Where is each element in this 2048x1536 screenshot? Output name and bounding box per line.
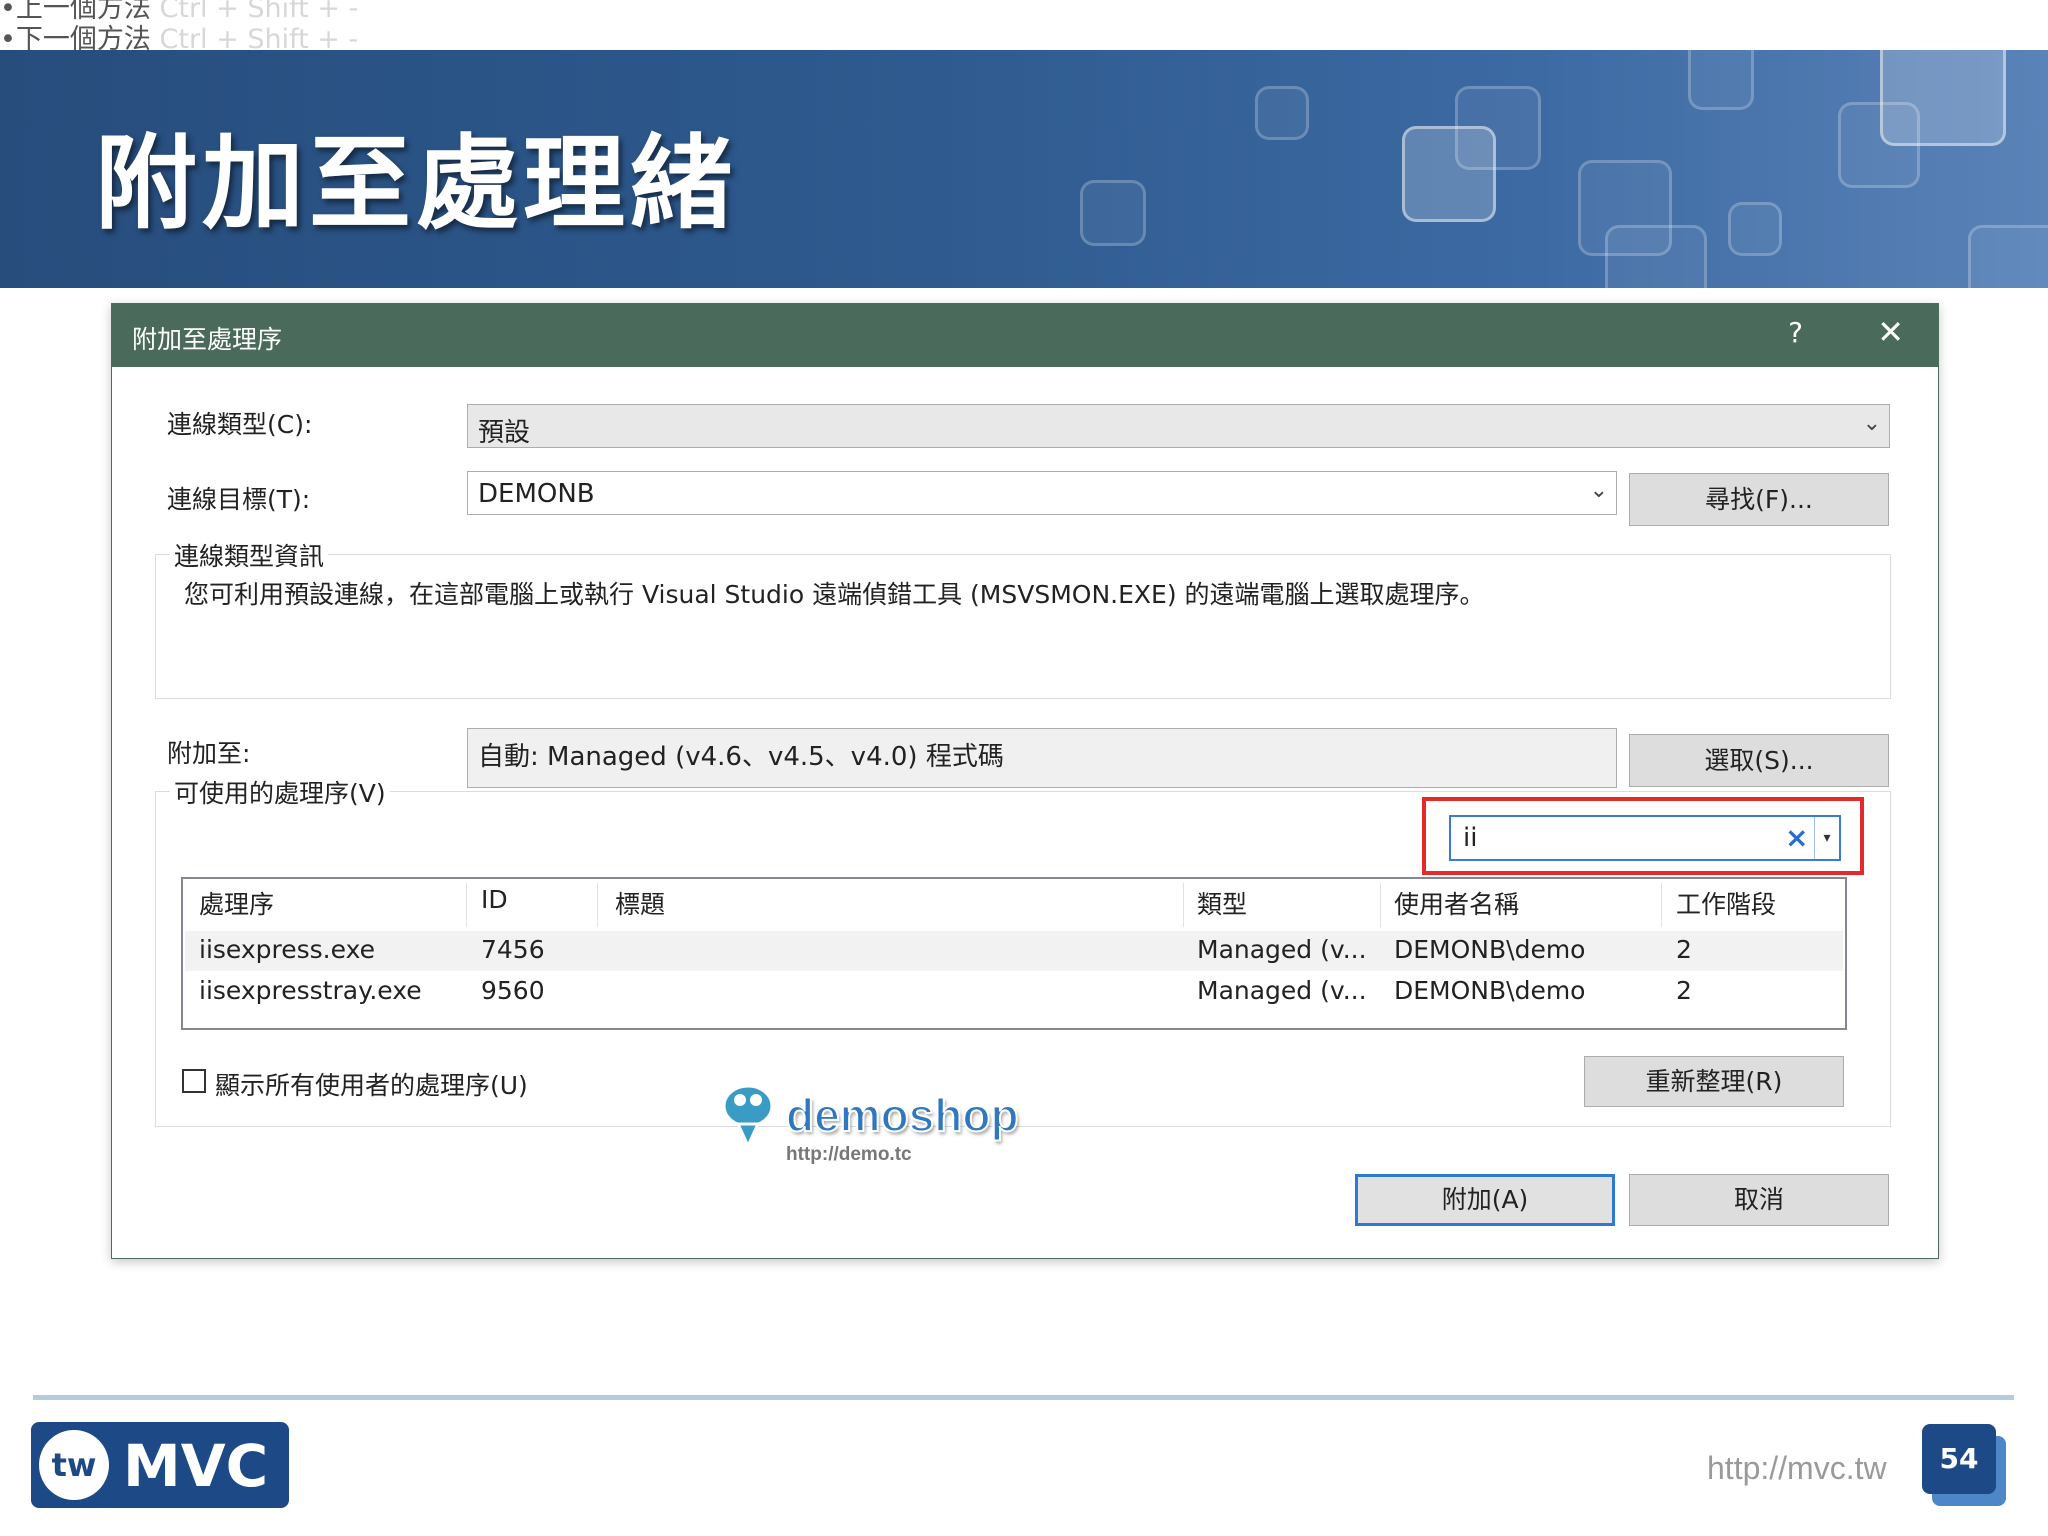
clear-filter-icon[interactable]: × — [1785, 821, 1808, 854]
connection-type-label: 連線類型(C): — [167, 410, 313, 439]
cell-session: 2 — [1676, 935, 1692, 964]
connection-info-group: 連線類型資訊 您可利用預設連線，在這部電腦上或執行 Visual Studio … — [155, 537, 1891, 699]
column-header-title[interactable]: 標題 — [615, 885, 665, 929]
slide-title: 附加至處理緒 — [95, 125, 737, 244]
attach-to-label: 附加至: — [167, 739, 251, 768]
cell-type: Managed (v... — [1197, 935, 1367, 964]
cell-username: DEMONB\demo — [1394, 935, 1586, 964]
filter-value: ii — [1463, 823, 1478, 853]
column-header-id[interactable]: ID — [481, 885, 508, 929]
table-row[interactable]: iisexpresstray.exe 9560 Managed (v... DE… — [185, 972, 1843, 1012]
find-button[interactable]: 尋找(F)... — [1629, 473, 1889, 526]
connection-info-text: 您可利用預設連線，在這部電腦上或執行 Visual Studio 遠端偵錯工具 … — [184, 580, 1485, 609]
column-header-type[interactable]: 類型 — [1197, 885, 1247, 929]
connection-target-label: 連線目標(T): — [167, 485, 311, 514]
footer-url: http://mvc.tw — [1707, 1450, 1887, 1486]
column-header-session[interactable]: 工作階段 — [1676, 885, 1776, 929]
cancel-button[interactable]: 取消 — [1629, 1174, 1889, 1226]
column-divider — [597, 883, 598, 927]
attach-button[interactable]: 附加(A) — [1355, 1174, 1615, 1226]
decor-square — [1255, 86, 1309, 140]
cell-process: iisexpresstray.exe — [199, 976, 422, 1005]
logo-text: MVC — [123, 1432, 269, 1500]
cell-type: Managed (v... — [1197, 976, 1367, 1005]
twmvc-logo: tw MVC — [31, 1422, 289, 1508]
page-number: 54 — [1922, 1424, 1996, 1494]
decor-square — [1080, 180, 1146, 246]
demoshop-url: http://demo.tc — [786, 1144, 912, 1165]
decor-square — [1728, 202, 1782, 256]
column-header-process[interactable]: 處理序 — [199, 885, 274, 929]
connection-target-value: DEMONB — [478, 479, 595, 509]
demoshop-mascot-icon — [722, 1084, 774, 1150]
logo-tw-badge: tw — [39, 1430, 109, 1500]
column-header-username[interactable]: 使用者名稱 — [1394, 885, 1519, 929]
column-divider — [1183, 883, 1184, 927]
attach-to-field: 自動: Managed (v4.6、v4.5、v4.0) 程式碼 — [467, 728, 1617, 788]
process-table: 處理序 ID 標題 類型 使用者名稱 工作階段 iisexpress.exe 7… — [181, 877, 1847, 1030]
connection-type-select[interactable]: 預設 ⌄ — [467, 404, 1890, 448]
show-all-users-label[interactable]: 顯示所有使用者的處理序(U) — [215, 1066, 528, 1102]
decor-square — [1455, 86, 1541, 170]
connection-type-value: 預設 — [478, 418, 531, 448]
column-divider — [1661, 883, 1662, 927]
attach-to-process-dialog: 附加至處理序 ? ✕ 連線類型(C): 預設 ⌄ 連線目標(T): DEMONB… — [111, 303, 1939, 1259]
available-processes-legend: 可使用的處理序(V) — [170, 774, 390, 810]
connection-target-select[interactable]: DEMONB ⌄ — [467, 471, 1617, 515]
cell-session: 2 — [1676, 976, 1692, 1005]
dialog-titlebar: 附加至處理序 ? ✕ — [112, 304, 1938, 367]
chevron-down-icon: ⌄ — [1862, 411, 1881, 436]
filter-dropdown-icon[interactable]: ▾ — [1814, 817, 1839, 859]
demoshop-watermark: demoshop http://demo.tc — [718, 1076, 1020, 1176]
select-button[interactable]: 選取(S)... — [1629, 734, 1889, 787]
column-divider — [1380, 883, 1381, 927]
cell-id: 7456 — [481, 935, 545, 964]
cell-process: iisexpress.exe — [199, 935, 375, 964]
decor-square — [1688, 50, 1754, 110]
connection-info-legend: 連線類型資訊 — [170, 537, 329, 573]
footer-divider — [33, 1395, 2014, 1400]
attach-to-value: 自動: Managed (v4.6、v4.5、v4.0) 程式碼 — [478, 742, 1004, 772]
decor-square — [1968, 225, 2048, 288]
table-row[interactable]: iisexpress.exe 7456 Managed (v... DEMONB… — [185, 931, 1843, 971]
cell-username: DEMONB\demo — [1394, 976, 1586, 1005]
demoshop-name: demoshop — [785, 1088, 1020, 1142]
show-all-users-checkbox[interactable] — [182, 1069, 206, 1093]
refresh-button[interactable]: 重新整理(R) — [1584, 1056, 1844, 1107]
process-filter-input[interactable]: ii × ▾ — [1449, 815, 1841, 861]
dialog-title: 附加至處理序 — [132, 325, 283, 354]
decor-square — [1880, 50, 2006, 146]
cell-id: 9560 — [481, 976, 545, 1005]
column-divider — [466, 883, 467, 927]
close-button[interactable]: ✕ — [1877, 313, 1904, 351]
help-button[interactable]: ? — [1788, 316, 1803, 349]
title-banner: 附加至處理緒 — [0, 50, 2048, 288]
chevron-down-icon: ⌄ — [1589, 478, 1608, 503]
decor-square — [1605, 225, 1707, 288]
